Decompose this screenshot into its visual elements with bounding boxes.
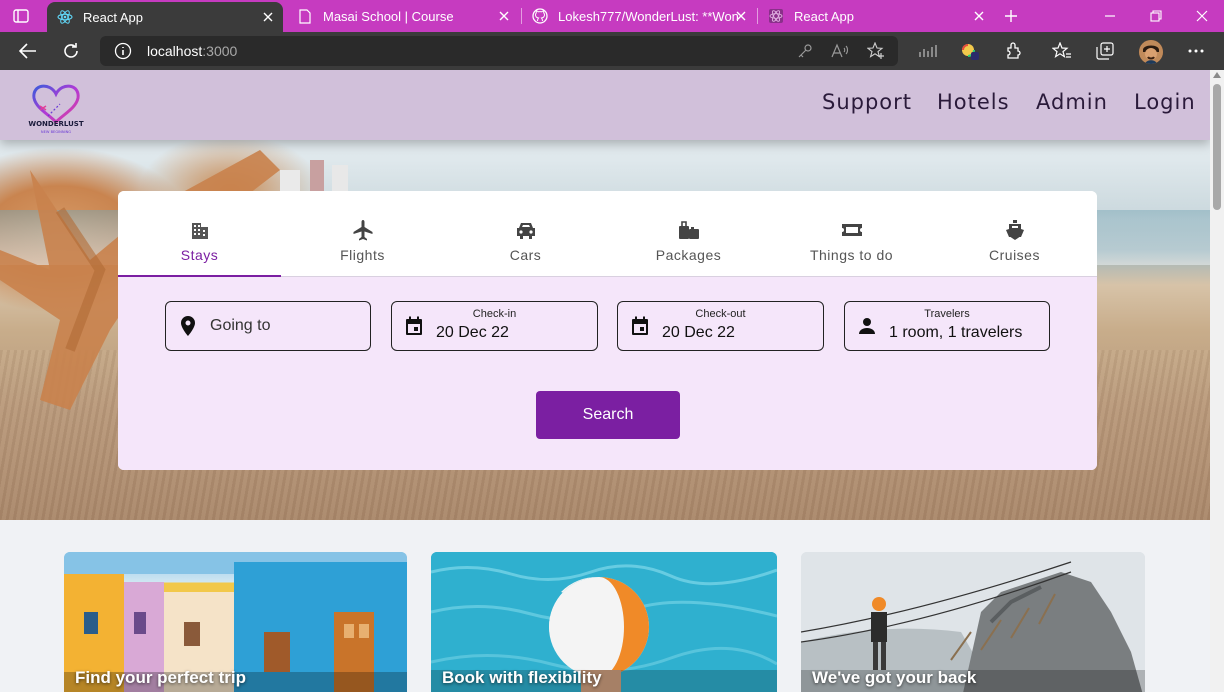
- search-form: Going to Check-in 20 Dec 22 Check-out 20…: [118, 277, 1097, 470]
- browser-tab-strip: React App Masai School | Course Lokesh77…: [0, 0, 1224, 32]
- back-icon[interactable]: [16, 40, 40, 62]
- tab-label: Packages: [655, 247, 722, 263]
- airplane-icon: [352, 219, 374, 241]
- luggage-icon: [678, 219, 700, 241]
- tab-label: Things to do: [809, 247, 894, 263]
- location-pin-icon: [178, 316, 198, 336]
- checkin-value: 20 Dec 22: [436, 324, 509, 341]
- going-to-field[interactable]: Going to: [165, 301, 371, 351]
- calendar-icon: [630, 316, 650, 336]
- browser-tab-react-app[interactable]: React App: [47, 2, 283, 32]
- promo-card-flexibility[interactable]: Book with flexibility: [431, 552, 777, 692]
- nav-login[interactable]: Login: [1134, 90, 1196, 114]
- tab-label: Cruises: [989, 247, 1040, 263]
- building-icon: [189, 219, 211, 241]
- tab-label: Stays: [180, 247, 219, 263]
- tab-title: React App: [794, 8, 854, 24]
- tab-title: Masai School | Course: [323, 8, 454, 24]
- nav-admin[interactable]: Admin: [1036, 90, 1108, 114]
- promo-card-trip[interactable]: Find your perfect trip: [64, 552, 407, 692]
- tab-title: React App: [83, 9, 143, 25]
- new-tab-icon[interactable]: [1000, 6, 1022, 26]
- key-icon[interactable]: [796, 42, 814, 60]
- favorite-add-icon[interactable]: [867, 42, 885, 60]
- close-tab-icon[interactable]: [261, 10, 275, 24]
- close-tab-icon[interactable]: [734, 9, 748, 23]
- wonderlust-logo[interactable]: WONDERLUST NEW BEGINNING: [28, 80, 84, 136]
- extensions-icon[interactable]: [1003, 41, 1025, 61]
- github-icon: [532, 8, 548, 24]
- collections-icon[interactable]: [1094, 41, 1116, 61]
- extension-color-icon[interactable]: [959, 41, 981, 61]
- checkout-value: 20 Dec 22: [662, 324, 735, 341]
- browser-tab-react-app-2[interactable]: React App: [758, 0, 994, 32]
- url-text: localhost:3000: [147, 43, 237, 59]
- person-icon: [857, 316, 877, 336]
- search-button[interactable]: Search: [536, 391, 680, 439]
- refresh-icon[interactable]: [59, 40, 83, 62]
- tab-cruises[interactable]: Cruises: [933, 191, 1096, 277]
- performance-icon[interactable]: [917, 41, 939, 61]
- tab-title: Lokesh777/WonderLust: **Wond: [558, 8, 738, 24]
- tab-stays[interactable]: Stays: [118, 191, 281, 277]
- minimize-icon[interactable]: [1099, 6, 1121, 26]
- tab-packages[interactable]: Packages: [607, 191, 770, 277]
- close-tab-icon[interactable]: [972, 9, 986, 23]
- browser-tab-github[interactable]: Lokesh777/WonderLust: **Wond: [522, 0, 756, 32]
- site-navbar: WONDERLUST NEW BEGINNING Support Hotels …: [0, 70, 1210, 140]
- logo-tagline: NEW BEGINNING: [40, 130, 72, 134]
- calendar-icon: [404, 316, 424, 336]
- ship-icon: [1004, 219, 1026, 241]
- favorites-icon[interactable]: [1051, 41, 1073, 61]
- browser-toolbar: localhost:3000: [0, 32, 1224, 70]
- tab-actions-icon[interactable]: [10, 6, 32, 26]
- scroll-up-icon[interactable]: [1213, 72, 1221, 78]
- travelers-field[interactable]: Travelers 1 room, 1 travelers: [844, 301, 1050, 351]
- promo-card-support[interactable]: We've got your back: [801, 552, 1145, 692]
- react-icon: [57, 9, 73, 25]
- tab-flights[interactable]: Flights: [281, 191, 444, 277]
- tab-cars[interactable]: Cars: [444, 191, 607, 277]
- close-window-icon[interactable]: [1191, 6, 1213, 26]
- browser-tab-masai[interactable]: Masai School | Course: [287, 0, 519, 32]
- checkin-field[interactable]: Check-in 20 Dec 22: [391, 301, 598, 351]
- url-host: localhost: [147, 43, 203, 59]
- url-port: :3000: [202, 43, 238, 59]
- more-options-icon[interactable]: [1185, 41, 1207, 61]
- react-icon: [768, 8, 784, 24]
- page-viewport: WONDERLUST NEW BEGINNING Support Hotels …: [0, 70, 1210, 692]
- promo-title: Find your perfect trip: [75, 668, 246, 687]
- nav-support[interactable]: Support: [822, 90, 912, 114]
- page-icon: [297, 8, 313, 24]
- scrollbar-thumb[interactable]: [1213, 84, 1221, 210]
- car-icon: [515, 219, 537, 241]
- restore-icon[interactable]: [1145, 6, 1167, 26]
- ticket-icon: [841, 219, 863, 241]
- promo-title: Book with flexibility: [442, 668, 602, 687]
- tab-label: Flights: [340, 247, 385, 263]
- address-bar[interactable]: localhost:3000: [100, 36, 898, 66]
- search-type-tabs: Stays Flights Cars Packages Things to do…: [118, 191, 1097, 277]
- site-info-icon[interactable]: [114, 42, 132, 60]
- going-to-placeholder: Going to: [210, 317, 271, 334]
- search-card: Stays Flights Cars Packages Things to do…: [118, 191, 1097, 470]
- logo-text: WONDERLUST: [28, 120, 84, 128]
- nav-hotels[interactable]: Hotels: [937, 90, 1010, 114]
- checkout-field[interactable]: Check-out 20 Dec 22: [617, 301, 824, 351]
- profile-avatar[interactable]: [1139, 40, 1163, 64]
- promo-title: We've got your back: [812, 668, 977, 687]
- travelers-value: 1 room, 1 travelers: [889, 324, 1023, 341]
- page-scrollbar[interactable]: [1210, 70, 1224, 692]
- tab-label: Cars: [509, 247, 542, 263]
- close-tab-icon[interactable]: [497, 9, 511, 23]
- tab-things-to-do[interactable]: Things to do: [770, 191, 933, 277]
- read-aloud-icon[interactable]: [831, 42, 849, 60]
